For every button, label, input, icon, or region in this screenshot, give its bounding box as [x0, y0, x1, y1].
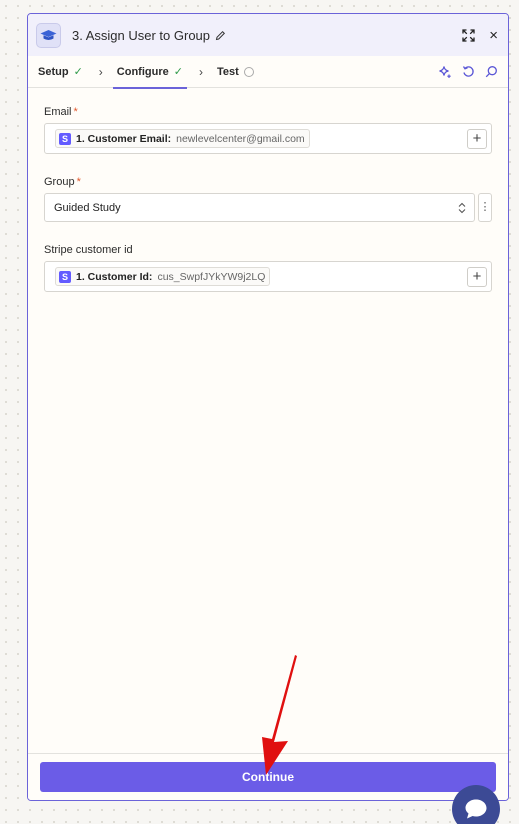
email-field-group: Email * S 1. Customer Email: newlevelcent… [44, 106, 492, 154]
chat-bubble-icon [465, 799, 487, 819]
mapped-value-pill[interactable]: S 1. Customer Id: cus_SwpfJYkYW9j2LQ [55, 267, 271, 286]
tab-setup-label: Setup [38, 65, 69, 78]
stripe-customer-id-field[interactable]: S 1. Customer Id: cus_SwpfJYkYW9j2LQ + [44, 261, 492, 292]
chevron-up-down-icon [458, 202, 466, 214]
tab-setup[interactable]: Setup ✓ [38, 56, 83, 88]
email-label: Email * [44, 106, 492, 118]
check-icon: ✓ [73, 66, 83, 78]
email-field[interactable]: S 1. Customer Email: newlevelcenter@gmai… [44, 123, 492, 154]
pill-key: 1. Customer Email: [76, 132, 172, 145]
group-selected-value: Guided Study [54, 201, 121, 214]
mapped-value-pill[interactable]: S 1. Customer Email: newlevelcenter@gmai… [55, 129, 310, 148]
stripe-icon: S [59, 132, 71, 145]
step-title: 3. Assign User to Group [72, 27, 211, 43]
insert-data-button[interactable]: + [467, 128, 487, 149]
continue-button[interactable]: Continue [40, 762, 496, 792]
tab-configure-label: Configure [116, 65, 169, 78]
stripe-customer-id-label: Stripe customer id [44, 244, 133, 256]
pencil-icon[interactable] [215, 30, 226, 41]
pill-value: newlevelcenter@gmail.com [176, 132, 305, 145]
graduation-cap-icon [36, 22, 61, 48]
check-icon: ✓ [173, 66, 183, 78]
group-label: Group * [44, 176, 492, 188]
expand-icon[interactable] [462, 28, 475, 42]
tab-configure[interactable]: Configure ✓ [112, 56, 188, 89]
pill-value: cus_SwpfJYkYW9j2LQ [157, 270, 266, 283]
step-tabs: Setup ✓ › Configure ✓ › Test [28, 56, 508, 89]
step-editor-panel: 3. Assign User to Group × Setup ✓ › Conf… [27, 13, 509, 801]
close-icon[interactable]: × [489, 28, 498, 43]
group-select[interactable]: Guided Study [44, 193, 475, 222]
group-label-text: Group [44, 176, 75, 188]
pending-circle-icon [243, 66, 254, 77]
required-mark: * [76, 176, 81, 188]
sparkle-icon[interactable] [438, 65, 452, 79]
stripe-id-field-group: Stripe customer id S 1. Customer Id: cus… [44, 244, 492, 292]
stripe-icon: S [59, 270, 71, 283]
required-mark: * [73, 106, 78, 118]
search-icon[interactable] [485, 65, 498, 78]
tab-test-label: Test [216, 65, 239, 78]
email-label-text: Email [44, 106, 72, 118]
tab-test[interactable]: Test [217, 56, 254, 88]
configure-form: Email * S 1. Customer Email: newlevelcent… [28, 88, 508, 292]
more-options-icon[interactable]: ⋮ [478, 193, 492, 222]
group-row: Guided Study ⋮ [44, 193, 492, 222]
undo-icon[interactable] [462, 65, 475, 78]
chevron-right-icon: › [98, 64, 103, 79]
panel-footer: Continue [28, 753, 508, 800]
chevron-right-icon: › [198, 64, 203, 79]
pill-key: 1. Customer Id: [76, 270, 153, 283]
group-field-group: Group * Guided Study ⋮ [44, 176, 492, 222]
insert-data-button[interactable]: + [467, 266, 487, 287]
panel-header: 3. Assign User to Group × [28, 14, 508, 56]
